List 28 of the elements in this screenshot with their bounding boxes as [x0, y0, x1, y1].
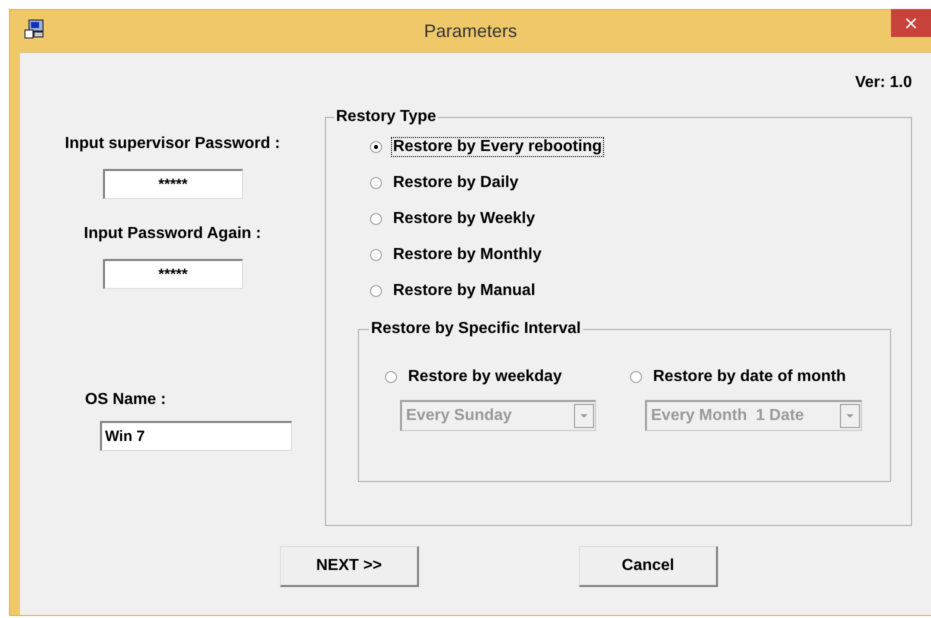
radio-label[interactable]: Restore by Every rebooting	[391, 137, 604, 157]
radio-button[interactable]	[630, 371, 642, 383]
version-label: Ver: 1.0	[855, 74, 912, 93]
password-field[interactable]: *****	[102, 169, 242, 199]
radio-label[interactable]: Restore by date of month	[651, 367, 848, 387]
cancel-button[interactable]: Cancel	[579, 546, 718, 587]
computer-icon	[23, 18, 45, 40]
radio-label[interactable]: Restore by Monthly	[391, 245, 544, 265]
close-button[interactable]: ×	[891, 9, 931, 37]
radio-button[interactable]	[370, 285, 382, 297]
radio-button[interactable]	[370, 177, 382, 189]
radio-button[interactable]	[385, 371, 397, 383]
radio-button[interactable]	[370, 249, 382, 261]
field-label: Input supervisor Password :	[64, 135, 280, 153]
radio-label[interactable]: Restore by Daily	[391, 173, 520, 193]
field-label: Input Password Again :	[84, 225, 262, 243]
field-label: OS Name :	[85, 391, 166, 409]
next-button[interactable]: NEXT >>	[280, 546, 419, 587]
radio-label[interactable]: Restore by Manual	[391, 281, 538, 301]
os-name-field[interactable]: Win 7	[100, 421, 292, 451]
group-title: Restore by Specific Interval	[370, 320, 582, 338]
radio-button[interactable]	[370, 141, 382, 153]
radio-label[interactable]: Restore by Weekly	[391, 209, 537, 229]
password-field[interactable]: *****	[102, 259, 242, 289]
radio-button[interactable]	[370, 213, 382, 225]
group-title: Restory Type	[335, 108, 438, 126]
radio-label[interactable]: Restore by weekday	[406, 367, 564, 387]
window-title: Parameters	[424, 20, 518, 42]
